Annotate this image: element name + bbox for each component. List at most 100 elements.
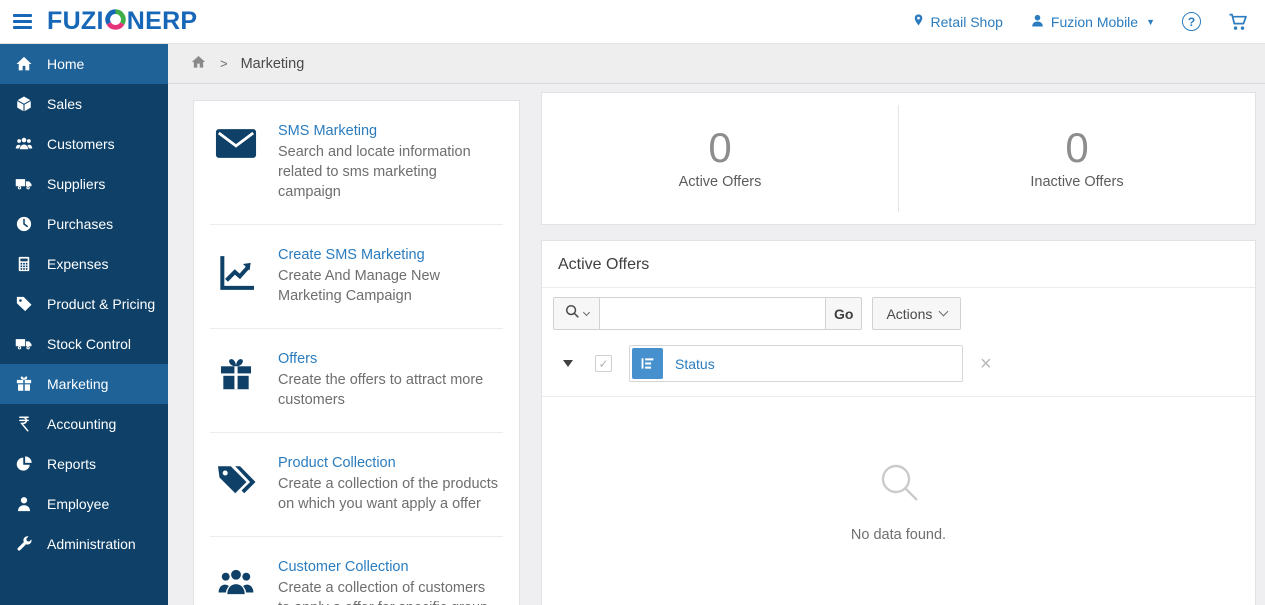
users-icon [14, 135, 34, 153]
cube-icon [14, 95, 34, 113]
gift-icon [194, 351, 278, 410]
filter-list-icon [632, 348, 663, 379]
section-title: Active Offers [542, 241, 1255, 288]
stat-active-offers: 0 Active Offers [542, 93, 898, 224]
truck-icon [14, 175, 34, 193]
sidebar-item-expenses[interactable]: Expenses [0, 244, 168, 284]
close-icon[interactable]: × [980, 354, 992, 374]
breadcrumb-home-icon[interactable] [190, 54, 207, 74]
sidebar-item-employee[interactable]: Employee [0, 484, 168, 524]
brand-o-icon [104, 7, 127, 37]
search-icon [565, 304, 580, 324]
menu-item-sms-marketing[interactable]: SMS Marketing Search and locate informat… [194, 101, 519, 224]
menu-item-create-sms-marketing[interactable]: Create SMS Marketing Create And Manage N… [194, 225, 519, 328]
sidebar-nav: Home Sales Customers Suppliers Purchases… [0, 44, 168, 605]
stat-label: Inactive Offers [1030, 174, 1124, 190]
sidebar-item-reports[interactable]: Reports [0, 444, 168, 484]
sidebar-item-product-pricing[interactable]: Product & Pricing [0, 284, 168, 324]
breadcrumb-separator: > [220, 56, 228, 71]
sidebar-item-suppliers[interactable]: Suppliers [0, 164, 168, 204]
breadcrumb-current: Marketing [240, 55, 305, 72]
users-group-icon [194, 559, 278, 605]
sidebar-item-label: Sales [47, 96, 83, 112]
sidebar-item-label: Product & Pricing [47, 296, 156, 312]
sidebar-item-label: Marketing [47, 376, 109, 392]
sidebar-item-accounting[interactable]: Accounting [0, 404, 168, 444]
gift-icon [14, 375, 34, 393]
chevron-down-icon [582, 308, 590, 317]
filter-label: Status [675, 355, 715, 372]
user-icon [1030, 13, 1045, 31]
menu-item-description: Search and locate information related to… [278, 144, 471, 200]
truck-icon [14, 335, 34, 353]
filter-row: ✓ Status × [542, 345, 1255, 397]
search-empty-icon [876, 459, 922, 510]
sidebar-item-label: Reports [47, 456, 97, 472]
line-chart-icon [194, 247, 278, 306]
menu-item-title[interactable]: Customer Collection [278, 559, 501, 575]
menu-item-description: Create And Manage New Marketing Campaign [278, 268, 441, 304]
expand-triangle-icon[interactable] [563, 360, 573, 367]
menu-item-description: Create a collection of customers to appl… [278, 580, 488, 605]
sidebar-item-label: Customers [47, 136, 115, 152]
app-header: FUZI NERP Retail Shop Fuzion Mobile ▼ ? [0, 0, 1265, 44]
filter-pill[interactable]: Status [629, 345, 963, 382]
actions-label: Actions [886, 305, 933, 322]
go-button[interactable]: Go [826, 297, 863, 330]
sidebar-item-label: Purchases [47, 216, 114, 232]
menu-item-description: Create the offers to attract more custom… [278, 372, 484, 408]
menu-item-title[interactable]: SMS Marketing [278, 123, 501, 139]
location-pin-icon [912, 12, 925, 31]
user-menu[interactable]: Fuzion Mobile ▼ [1030, 13, 1155, 31]
sidebar-item-label: Expenses [47, 256, 109, 272]
brand-logo[interactable]: FUZI NERP [47, 7, 197, 37]
report-toolbar: Go Actions [542, 288, 1255, 330]
user-label: Fuzion Mobile [1050, 13, 1139, 30]
empty-state: No data found. [542, 459, 1255, 543]
sidebar-item-home[interactable]: Home [0, 44, 168, 84]
help-icon[interactable]: ? [1182, 12, 1201, 31]
brand-text-right: NERP [126, 7, 198, 35]
menu-icon[interactable] [13, 11, 32, 32]
menu-item-product-collection[interactable]: Product Collection Create a collection o… [194, 433, 519, 536]
filter-checkbox[interactable]: ✓ [595, 355, 612, 372]
sidebar-item-label: Administration [47, 536, 136, 552]
offers-stats-card: 0 Active Offers 0 Inactive Offers [541, 92, 1256, 225]
pie-chart-icon [14, 455, 34, 473]
search-input[interactable] [600, 297, 826, 330]
calculator-icon [14, 255, 34, 273]
menu-item-customer-collection[interactable]: Customer Collection Create a collection … [194, 537, 519, 605]
breadcrumb: > Marketing [168, 44, 1265, 84]
wrench-icon [14, 535, 34, 553]
person-icon [14, 495, 34, 513]
menu-item-description: Create a collection of the products on w… [278, 476, 499, 512]
sidebar-item-label: Stock Control [47, 336, 132, 352]
stat-value: 0 [708, 124, 732, 171]
sidebar-item-administration[interactable]: Administration [0, 524, 168, 564]
sidebar-item-customers[interactable]: Customers [0, 124, 168, 164]
caret-down-icon: ▼ [1146, 16, 1155, 27]
home-icon [14, 55, 34, 73]
sidebar-item-marketing[interactable]: Marketing [0, 364, 168, 404]
search-options-button[interactable] [553, 297, 600, 330]
stat-value: 0 [1065, 124, 1089, 171]
sidebar-item-purchases[interactable]: Purchases [0, 204, 168, 244]
stat-label: Active Offers [678, 174, 762, 190]
menu-item-title[interactable]: Create SMS Marketing [278, 247, 501, 263]
clock-icon [14, 215, 34, 233]
sidebar-item-stock-control[interactable]: Stock Control [0, 324, 168, 364]
envelope-icon [194, 123, 278, 202]
menu-item-title[interactable]: Offers [278, 351, 501, 367]
tags-icon [194, 455, 278, 514]
stat-inactive-offers: 0 Inactive Offers [899, 93, 1255, 224]
menu-item-offers[interactable]: Offers Create the offers to attract more… [194, 329, 519, 432]
sidebar-item-sales[interactable]: Sales [0, 84, 168, 124]
actions-button[interactable]: Actions [872, 297, 962, 330]
chevron-down-icon [938, 306, 949, 317]
menu-item-title[interactable]: Product Collection [278, 455, 501, 471]
location-selector[interactable]: Retail Shop [912, 12, 1003, 31]
main-content: SMS Marketing Search and locate informat… [168, 84, 1265, 605]
active-offers-card: Active Offers Go Actions ✓ Status × No d… [541, 240, 1256, 605]
cart-icon[interactable] [1228, 13, 1248, 31]
sidebar-item-label: Employee [47, 496, 110, 512]
